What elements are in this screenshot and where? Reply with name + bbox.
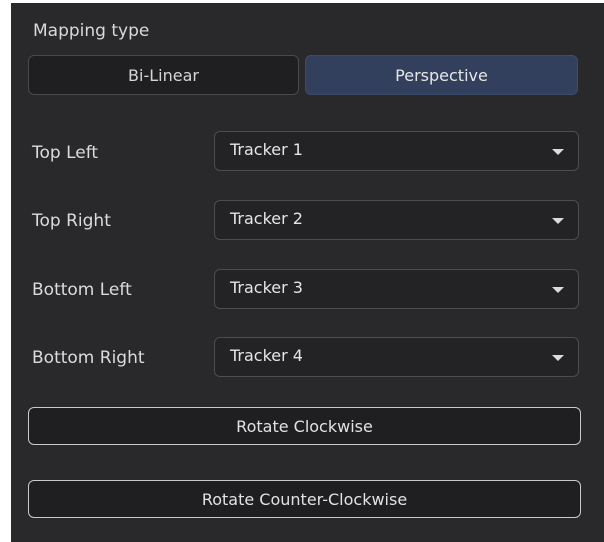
top-left-value: Tracker 1 (230, 140, 303, 159)
chevron-down-icon (552, 355, 564, 361)
top-left-dropdown[interactable]: Tracker 1 (214, 131, 579, 171)
bilinear-option[interactable]: Bi-Linear (28, 55, 299, 95)
chevron-down-icon (552, 218, 564, 224)
bottom-left-label: Bottom Left (32, 280, 132, 300)
chevron-down-icon (552, 149, 564, 155)
perspective-option-label: Perspective (395, 65, 488, 85)
bottom-right-label: Bottom Right (32, 348, 145, 368)
bottom-left-value: Tracker 3 (230, 278, 303, 297)
rotate-counter-clockwise-label: Rotate Counter-Clockwise (201, 489, 408, 509)
rotate-clockwise-label: Rotate Clockwise (236, 416, 373, 436)
top-right-label: Top Right (32, 211, 111, 231)
bilinear-option-label: Bi-Linear (128, 65, 199, 85)
rotate-counter-clockwise-button[interactable]: Rotate Counter-Clockwise (28, 480, 581, 518)
bottom-right-dropdown[interactable]: Tracker 4 (214, 337, 579, 377)
top-right-dropdown[interactable]: Tracker 2 (214, 200, 579, 240)
top-left-label: Top Left (32, 143, 99, 163)
bottom-right-value: Tracker 4 (230, 346, 303, 365)
rotate-clockwise-button[interactable]: Rotate Clockwise (28, 407, 581, 445)
bottom-left-dropdown[interactable]: Tracker 3 (214, 269, 579, 309)
mapping-type-label: Mapping type (33, 21, 150, 41)
chevron-down-icon (552, 287, 564, 293)
perspective-option[interactable]: Perspective (305, 55, 578, 95)
top-right-value: Tracker 2 (230, 209, 303, 228)
mapping-panel: Mapping type Bi-Linear Perspective Top L… (11, 3, 604, 542)
